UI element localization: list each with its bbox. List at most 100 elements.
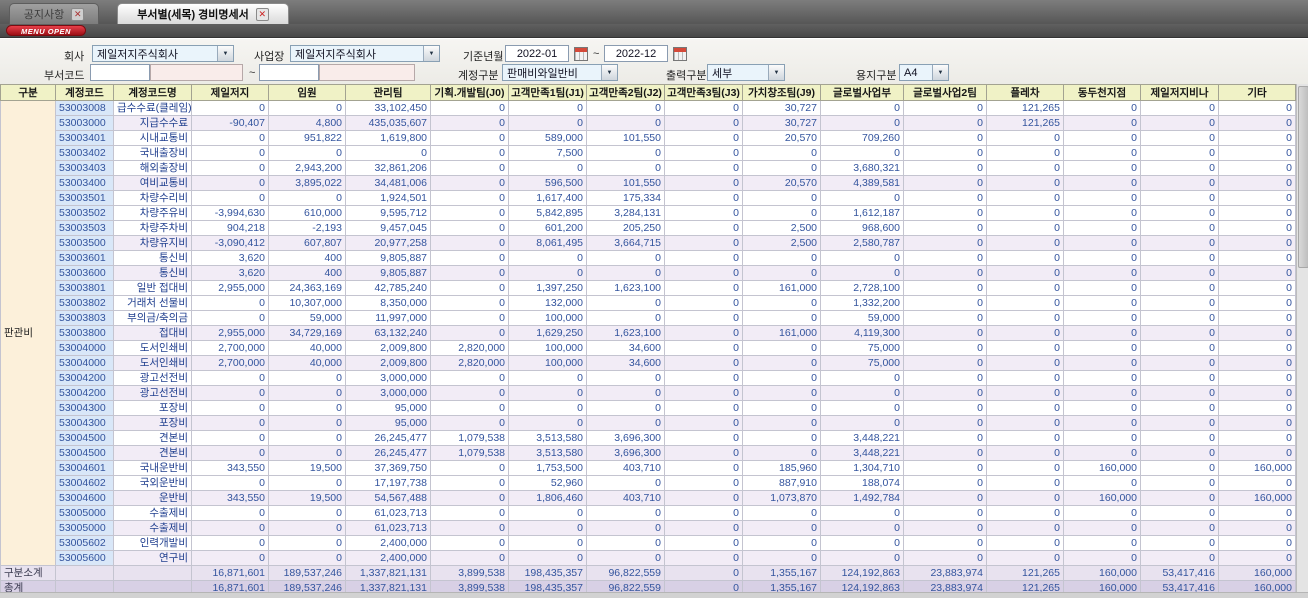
amount-cell: 607,807 xyxy=(268,235,346,251)
amount-cell: 24,363,169 xyxy=(268,280,346,296)
amount-cell: 0 xyxy=(268,100,346,116)
account-code-cell: 53003802 xyxy=(55,295,114,311)
table-row: 53004500 견본비 0 0 26,245,477 1,079,538 3,513,58… xyxy=(1,445,1296,461)
amount-cell: 0 xyxy=(664,520,743,536)
amount-cell: 0 xyxy=(430,190,509,206)
amount-cell: 0 xyxy=(1063,520,1141,536)
workplace-select[interactable]: 제일저지주식회사 ▼ xyxy=(290,45,440,62)
amount-cell: 0 xyxy=(986,145,1064,161)
dept-code-from-input[interactable] xyxy=(90,64,150,81)
account-name-cell: 국외운반비 xyxy=(113,475,192,491)
calendar-icon[interactable] xyxy=(574,47,588,61)
table-row: 53003600 통신비 3,620 400 9,805,887 0 0 0 0 0 0 0 0 0 0 0 xyxy=(1,265,1296,281)
tab-close-icon[interactable]: ✕ xyxy=(71,7,85,21)
account-name-cell: 수출제비 xyxy=(113,505,192,521)
tab-close-icon[interactable]: ✕ xyxy=(255,7,269,21)
amount-cell: 0 xyxy=(1140,370,1219,386)
amount-cell: 0 xyxy=(664,565,743,581)
amount-cell: 0 xyxy=(742,430,821,446)
amount-cell: 0 xyxy=(903,340,987,356)
amount-cell: 0 xyxy=(508,400,587,416)
amount-cell: 0 xyxy=(664,130,743,146)
menu-bar: MENU OPEN xyxy=(0,24,1308,38)
amount-cell: 0 xyxy=(1218,235,1296,251)
amount-cell: 75,000 xyxy=(820,355,904,371)
period-to-input[interactable] xyxy=(604,45,668,62)
bottom-edge xyxy=(0,592,1308,598)
amount-cell: 0 xyxy=(586,115,665,131)
amount-cell: 0 xyxy=(508,415,587,431)
table-row: 53005602 인력개발비 0 0 2,400,000 0 0 0 0 0 0 0 0 0 0 0 xyxy=(1,535,1296,551)
amount-cell: 0 xyxy=(903,310,987,326)
amount-cell: 0 xyxy=(586,550,665,566)
amount-cell: 0 xyxy=(903,370,987,386)
tab-notice[interactable]: 공지사항 ✕ xyxy=(9,3,99,24)
amount-cell: 0 xyxy=(586,100,665,116)
amount-cell: 0 xyxy=(1218,535,1296,551)
amount-cell: 0 xyxy=(508,550,587,566)
account-name-cell: 견본비 xyxy=(113,445,192,461)
amount-cell: 54,567,488 xyxy=(345,490,431,506)
amount-cell: 2,500 xyxy=(742,220,821,236)
amount-cell: 0 xyxy=(191,415,269,431)
amount-cell: 0 xyxy=(586,535,665,551)
calendar-icon[interactable] xyxy=(673,47,687,61)
amount-cell: 61,023,713 xyxy=(345,505,431,521)
amount-cell: 0 xyxy=(1063,355,1141,371)
amount-cell: 0 xyxy=(903,385,987,401)
account-name-cell: 접대비 xyxy=(113,325,192,341)
amount-cell: 0 xyxy=(664,190,743,206)
account-code-cell: 53004300 xyxy=(55,415,114,431)
period-from-input[interactable] xyxy=(505,45,569,62)
vertical-scrollbar[interactable] xyxy=(1296,84,1308,598)
amount-cell: 0 xyxy=(664,220,743,236)
amount-cell: 19,500 xyxy=(268,490,346,506)
scrollbar-thumb[interactable] xyxy=(1298,86,1308,268)
dept-code-to-input[interactable] xyxy=(259,64,319,81)
amount-cell: 0 xyxy=(1063,250,1141,266)
amount-cell: 0 xyxy=(1140,175,1219,191)
amount-cell: 0 xyxy=(1140,100,1219,116)
amount-cell: 0 xyxy=(430,385,509,401)
amount-cell: 887,910 xyxy=(742,475,821,491)
grid-header-row: 구분 계정코드 계정코드명 제일저지 임원 관리팀 기획.개발팀(J0) 고객만족1팀(J1)… xyxy=(0,84,1296,101)
account-code-cell: 53004000 xyxy=(55,355,114,371)
amount-cell: 0 xyxy=(430,115,509,131)
amount-cell: 0 xyxy=(345,145,431,161)
account-type-select[interactable]: 판매비와일반비 ▼ xyxy=(502,64,618,81)
amount-cell: 26,245,477 xyxy=(345,430,431,446)
table-row: 53003500 차량유지비 -3,090,412 607,807 20,977,258… xyxy=(1,235,1296,251)
amount-cell: 0 xyxy=(903,505,987,521)
amount-cell: 0 xyxy=(586,145,665,161)
amount-cell: 0 xyxy=(1063,535,1141,551)
account-code-cell: 53003401 xyxy=(55,130,114,146)
tab-expense-report[interactable]: 부서별(세목) 경비명세서 ✕ xyxy=(117,3,289,24)
amount-cell: 904,218 xyxy=(191,220,269,236)
amount-cell: 0 xyxy=(1218,265,1296,281)
amount-cell: 0 xyxy=(903,295,987,311)
amount-cell: 0 xyxy=(191,190,269,206)
amount-cell: 2,400,000 xyxy=(345,535,431,551)
paper-type-select[interactable]: A4 ▼ xyxy=(899,64,949,81)
column-header: 고객만족1팀(J1) xyxy=(508,84,587,101)
amount-cell: 0 xyxy=(268,370,346,386)
account-name-cell: 도서인쇄비 xyxy=(113,355,192,371)
amount-cell: 95,000 xyxy=(345,400,431,416)
menu-open-button[interactable]: MENU OPEN xyxy=(6,25,86,36)
amount-cell: 30,727 xyxy=(742,115,821,131)
amount-cell: 0 xyxy=(1140,130,1219,146)
amount-cell: 0 xyxy=(820,100,904,116)
amount-cell: 1,753,500 xyxy=(508,460,587,476)
amount-cell: 0 xyxy=(1218,280,1296,296)
amount-cell: 61,023,713 xyxy=(345,520,431,536)
company-select[interactable]: 제일저지주식회사 ▼ xyxy=(92,45,234,62)
expense-grid: 구분 계정코드 계정코드명 제일저지 임원 관리팀 기획.개발팀(J0) 고객만족1팀(J1)… xyxy=(0,84,1296,597)
output-type-select[interactable]: 세부 ▼ xyxy=(707,64,785,81)
table-row: 53003800 접대비 2,955,000 34,729,169 63,132,240… xyxy=(1,325,1296,341)
amount-cell: 0 xyxy=(903,190,987,206)
amount-cell: 40,000 xyxy=(268,340,346,356)
amount-cell: 0 xyxy=(1140,145,1219,161)
amount-cell: 34,481,006 xyxy=(345,175,431,191)
amount-cell: 3,513,580 xyxy=(508,430,587,446)
account-code-cell: 53003402 xyxy=(55,145,114,161)
